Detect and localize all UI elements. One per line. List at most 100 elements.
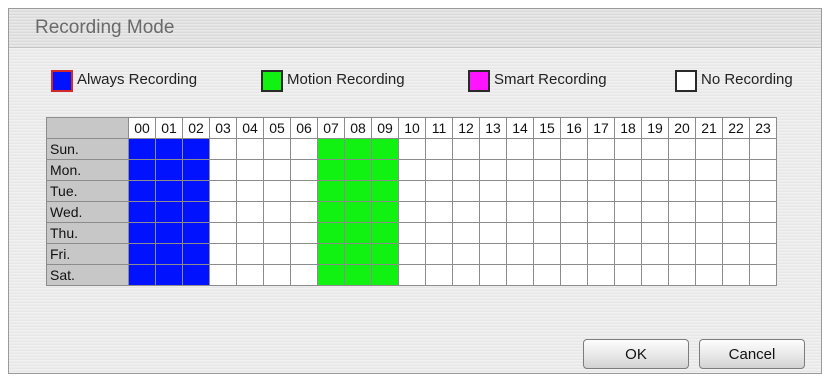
schedule-cell[interactable]	[614, 159, 642, 181]
schedule-cell[interactable]	[128, 201, 156, 223]
schedule-cell[interactable]	[182, 159, 210, 181]
schedule-cell[interactable]	[722, 201, 750, 223]
schedule-cell[interactable]	[722, 243, 750, 265]
schedule-cell[interactable]	[263, 264, 291, 286]
schedule-cell[interactable]	[425, 222, 453, 244]
schedule-cell[interactable]	[722, 159, 750, 181]
schedule-cell[interactable]	[344, 243, 372, 265]
schedule-cell[interactable]	[668, 264, 696, 286]
schedule-cell[interactable]	[290, 264, 318, 286]
schedule-cell[interactable]	[695, 138, 723, 160]
schedule-cell[interactable]	[479, 222, 507, 244]
schedule-cell[interactable]	[128, 264, 156, 286]
schedule-cell[interactable]	[209, 222, 237, 244]
schedule-cell[interactable]	[344, 138, 372, 160]
schedule-cell[interactable]	[452, 222, 480, 244]
hour-header-01[interactable]: 01	[155, 117, 183, 139]
schedule-cell[interactable]	[668, 201, 696, 223]
schedule-cell[interactable]	[506, 159, 534, 181]
hour-header-13[interactable]: 13	[479, 117, 507, 139]
hour-header-10[interactable]: 10	[398, 117, 426, 139]
schedule-cell[interactable]	[749, 264, 777, 286]
hour-header-09[interactable]: 09	[371, 117, 399, 139]
schedule-cell[interactable]	[560, 201, 588, 223]
schedule-cell[interactable]	[155, 138, 183, 160]
hour-header-02[interactable]: 02	[182, 117, 210, 139]
schedule-cell[interactable]	[290, 159, 318, 181]
schedule-cell[interactable]	[263, 201, 291, 223]
schedule-cell[interactable]	[560, 243, 588, 265]
schedule-cell[interactable]	[722, 180, 750, 202]
schedule-cell[interactable]	[425, 243, 453, 265]
schedule-cell[interactable]	[614, 138, 642, 160]
hour-header-07[interactable]: 07	[317, 117, 345, 139]
hour-header-16[interactable]: 16	[560, 117, 588, 139]
schedule-cell[interactable]	[479, 201, 507, 223]
schedule-cell[interactable]	[317, 264, 345, 286]
schedule-cell[interactable]	[452, 180, 480, 202]
cancel-button[interactable]: Cancel	[699, 339, 805, 369]
schedule-cell[interactable]	[182, 264, 210, 286]
schedule-cell[interactable]	[722, 264, 750, 286]
schedule-cell[interactable]	[641, 180, 669, 202]
schedule-cell[interactable]	[452, 159, 480, 181]
schedule-cell[interactable]	[506, 201, 534, 223]
schedule-cell[interactable]	[695, 159, 723, 181]
schedule-cell[interactable]	[236, 159, 264, 181]
schedule-cell[interactable]	[398, 159, 426, 181]
schedule-cell[interactable]	[263, 243, 291, 265]
schedule-cell[interactable]	[236, 138, 264, 160]
schedule-cell[interactable]	[749, 243, 777, 265]
hour-header-22[interactable]: 22	[722, 117, 750, 139]
schedule-cell[interactable]	[344, 264, 372, 286]
schedule-cell[interactable]	[209, 159, 237, 181]
schedule-cell[interactable]	[128, 159, 156, 181]
schedule-cell[interactable]	[560, 159, 588, 181]
schedule-cell[interactable]	[587, 138, 615, 160]
day-label[interactable]: Fri.	[46, 243, 129, 265]
schedule-cell[interactable]	[479, 264, 507, 286]
schedule-cell[interactable]	[749, 201, 777, 223]
schedule-cell[interactable]	[182, 180, 210, 202]
schedule-cell[interactable]	[209, 264, 237, 286]
schedule-cell[interactable]	[614, 201, 642, 223]
schedule-cell[interactable]	[344, 222, 372, 244]
schedule-cell[interactable]	[614, 264, 642, 286]
always-recording-swatch[interactable]	[51, 70, 73, 92]
schedule-cell[interactable]	[182, 138, 210, 160]
schedule-cell[interactable]	[668, 243, 696, 265]
schedule-cell[interactable]	[236, 222, 264, 244]
schedule-cell[interactable]	[695, 180, 723, 202]
schedule-cell[interactable]	[371, 222, 399, 244]
schedule-cell[interactable]	[155, 264, 183, 286]
schedule-cell[interactable]	[749, 138, 777, 160]
day-label[interactable]: Thu.	[46, 222, 129, 244]
schedule-cell[interactable]	[128, 243, 156, 265]
schedule-cell[interactable]	[182, 243, 210, 265]
schedule-cell[interactable]	[479, 138, 507, 160]
hour-header-03[interactable]: 03	[209, 117, 237, 139]
schedule-cell[interactable]	[641, 264, 669, 286]
schedule-cell[interactable]	[398, 222, 426, 244]
motion-recording-swatch[interactable]	[261, 70, 283, 92]
schedule-cell[interactable]	[317, 243, 345, 265]
schedule-cell[interactable]	[587, 222, 615, 244]
schedule-cell[interactable]	[155, 222, 183, 244]
schedule-cell[interactable]	[236, 201, 264, 223]
schedule-cell[interactable]	[182, 222, 210, 244]
hour-header-00[interactable]: 00	[128, 117, 156, 139]
schedule-cell[interactable]	[641, 222, 669, 244]
schedule-cell[interactable]	[587, 159, 615, 181]
schedule-cell[interactable]	[668, 180, 696, 202]
hour-header-18[interactable]: 18	[614, 117, 642, 139]
schedule-cell[interactable]	[533, 138, 561, 160]
schedule-cell[interactable]	[506, 243, 534, 265]
schedule-cell[interactable]	[371, 201, 399, 223]
schedule-cell[interactable]	[641, 138, 669, 160]
schedule-cell[interactable]	[668, 138, 696, 160]
schedule-cell[interactable]	[290, 138, 318, 160]
schedule-cell[interactable]	[641, 243, 669, 265]
schedule-cell[interactable]	[209, 201, 237, 223]
hour-header-08[interactable]: 08	[344, 117, 372, 139]
schedule-cell[interactable]	[533, 243, 561, 265]
